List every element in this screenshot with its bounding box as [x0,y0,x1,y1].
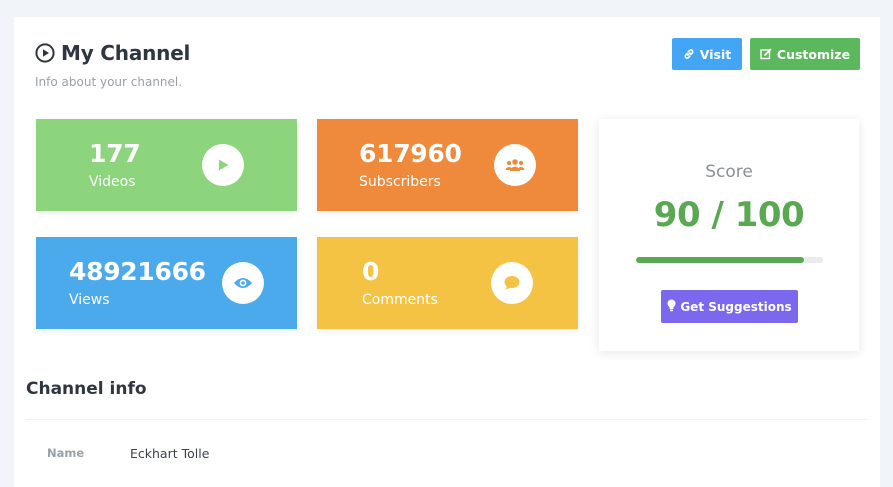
info-name-label: Name [47,446,85,460]
get-suggestions-button[interactable]: Get Suggestions [661,290,798,323]
edit-icon [760,48,772,60]
page-header: My Channel [35,41,190,65]
users-icon [494,144,536,186]
link-icon [683,48,695,60]
eye-icon [222,262,264,304]
page-title: My Channel [61,41,191,65]
visit-button-label: Visit [699,46,732,62]
stat-videos-value: 177 [89,139,141,168]
stat-videos: 177 Videos [36,119,297,211]
stat-subscribers-value: 617960 [359,139,462,168]
page-subtitle: Info about your channel. [35,75,183,89]
divider [26,419,868,420]
customize-button-label: Customize [776,46,851,62]
stat-comments: 0 Comments [317,237,578,329]
score-value: 90 / 100 [653,195,805,235]
channel-panel: My Channel Info about your channel. Visi… [14,17,880,487]
score-progress-fill [636,257,805,263]
customize-button[interactable]: Customize [750,38,860,70]
info-name-value: Eckhart Tolle [130,446,210,461]
score-progress-bar [636,257,823,263]
stat-videos-label: Videos [89,174,136,190]
visit-button[interactable]: Visit [672,38,742,70]
lightbulb-icon [667,299,676,315]
stat-subscribers: 617960 Subscribers [317,119,578,211]
comment-icon [491,262,533,304]
play-icon [202,144,244,186]
get-suggestions-label: Get Suggestions [680,299,792,314]
stat-comments-label: Comments [362,292,438,308]
stat-comments-value: 0 [362,257,380,286]
score-card: Score 90 / 100 Get Suggestions [599,119,859,351]
channel-info-title: Channel info [26,379,147,399]
play-circle-icon [35,43,55,63]
stat-views-value: 48921666 [69,257,206,286]
stat-views: 48921666 Views [36,237,297,329]
score-label: Score [705,162,753,182]
stat-subscribers-label: Subscribers [359,174,441,190]
stat-views-label: Views [69,292,110,308]
